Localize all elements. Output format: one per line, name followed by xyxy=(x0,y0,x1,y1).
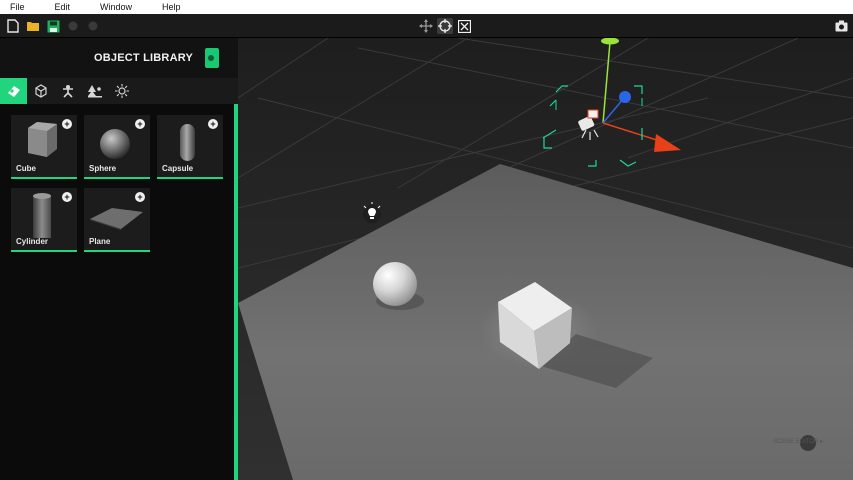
object-card-label: Capsule xyxy=(162,164,194,173)
menu-edit[interactable]: Edit xyxy=(55,0,71,14)
redo-icon[interactable] xyxy=(85,18,101,34)
undo-icon[interactable] xyxy=(65,18,81,34)
panel-header: OBJECT LIBRARY xyxy=(0,38,238,78)
move-tool-icon[interactable] xyxy=(418,18,434,34)
new-file-icon[interactable] xyxy=(5,18,21,34)
camera-icon[interactable] xyxy=(833,18,849,34)
tab-light-icon[interactable] xyxy=(108,78,135,104)
object-card-cylinder[interactable]: + Cylinder xyxy=(11,188,77,252)
add-plane-button[interactable]: + xyxy=(135,192,145,202)
tab-character-icon[interactable] xyxy=(54,78,81,104)
object-card-plane[interactable]: + Plane xyxy=(84,188,150,252)
add-cylinder-button[interactable]: + xyxy=(62,192,72,202)
add-cube-button[interactable]: + xyxy=(62,119,72,129)
scene-sphere[interactable] xyxy=(373,262,417,306)
rotate-tool-icon[interactable] xyxy=(437,18,453,34)
menu-file[interactable]: File xyxy=(10,0,25,14)
object-card-label: Sphere xyxy=(89,164,117,173)
scene-canvas[interactable] xyxy=(238,38,853,480)
library-book-icon[interactable] xyxy=(205,48,219,68)
object-library-panel: OBJECT LIBRARY + Cube + Sphere + Capsule… xyxy=(0,38,238,480)
menu-help[interactable]: Help xyxy=(162,0,181,14)
menu-window[interactable]: Window xyxy=(100,0,132,14)
toolbar xyxy=(0,14,853,38)
add-sphere-button[interactable]: + xyxy=(135,119,145,129)
library-tabs xyxy=(0,78,238,104)
viewport-watermark: SCENE EDITOR ▸ xyxy=(773,439,823,445)
panel-title: OBJECT LIBRARY xyxy=(94,52,193,64)
save-icon[interactable] xyxy=(45,18,61,34)
menu-bar: File Edit Window Help xyxy=(0,0,853,14)
tab-primitives-icon[interactable] xyxy=(0,78,27,104)
object-card-sphere[interactable]: + Sphere xyxy=(84,115,150,179)
open-folder-icon[interactable] xyxy=(25,18,41,34)
add-capsule-button[interactable]: + xyxy=(208,119,218,129)
object-card-label: Cube xyxy=(16,164,36,173)
scale-tool-icon[interactable] xyxy=(456,18,472,34)
tab-box-icon[interactable] xyxy=(27,78,54,104)
object-card-cube[interactable]: + Cube xyxy=(11,115,77,179)
object-card-label: Plane xyxy=(89,237,111,246)
scene-viewport[interactable]: SCENE EDITOR ▸ xyxy=(238,38,853,480)
object-card-capsule[interactable]: + Capsule xyxy=(157,115,223,179)
gizmo-z-handle[interactable] xyxy=(619,91,631,103)
object-card-label: Cylinder xyxy=(16,237,49,246)
tab-environment-icon[interactable] xyxy=(81,78,108,104)
